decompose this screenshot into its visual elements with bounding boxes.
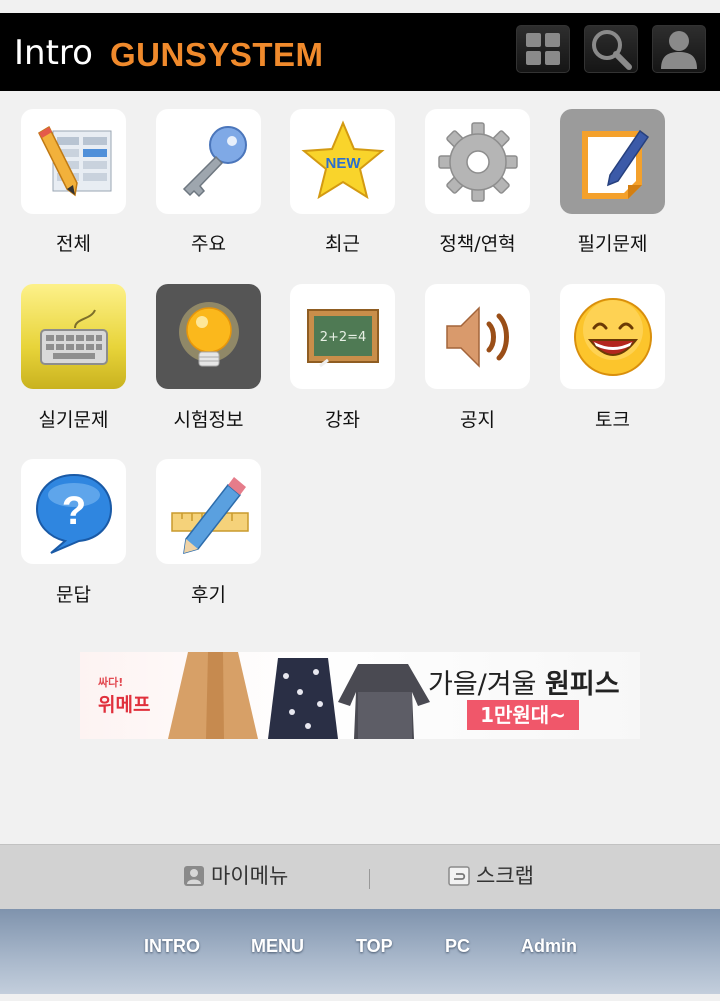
menu-item-all[interactable] bbox=[21, 109, 126, 214]
menu-label: 최근 bbox=[325, 233, 360, 255]
grid-menu-button[interactable] bbox=[516, 25, 570, 73]
smiley-icon bbox=[573, 297, 652, 376]
svg-text:2+2=4: 2+2=4 bbox=[319, 330, 366, 345]
nav-intro-link[interactable]: INTRO bbox=[144, 933, 200, 959]
menu-label: 강좌 bbox=[325, 409, 360, 431]
ad-banner[interactable]: 싸다! 위메프 가을/겨울 원피스 1만원대~ bbox=[80, 652, 640, 739]
status-strip bbox=[0, 0, 720, 13]
menu-label: 후기 bbox=[191, 584, 226, 606]
grid-icon bbox=[526, 33, 560, 65]
brand-logo[interactable]: GUNSYSTEM bbox=[110, 35, 324, 75]
menu-item-policy-history[interactable] bbox=[425, 109, 530, 214]
menu-label: 필기문제 bbox=[577, 233, 648, 255]
scrap-link[interactable]: 스크랩 bbox=[448, 861, 534, 891]
my-menu-link[interactable]: 마이메뉴 bbox=[183, 861, 288, 891]
nav-pc-link[interactable]: PC bbox=[445, 933, 470, 959]
menu-item-written-exam[interactable] bbox=[560, 109, 665, 214]
svg-text:NEW: NEW bbox=[325, 155, 361, 172]
menu-label: 전체 bbox=[56, 233, 91, 255]
svg-text:?: ? bbox=[61, 489, 85, 533]
menu-label: 토크 bbox=[595, 409, 630, 431]
menu-label: 실기문제 bbox=[38, 409, 109, 431]
user-box-icon bbox=[184, 866, 204, 886]
search-button[interactable] bbox=[584, 25, 638, 73]
menu-item-recent[interactable]: NEW bbox=[290, 109, 395, 214]
menu-item-qna[interactable]: ? bbox=[21, 459, 126, 564]
menu-item-practical-exam[interactable] bbox=[21, 284, 126, 389]
page-title[interactable]: Intro bbox=[14, 33, 93, 73]
ad-price-badge: 1만원대~ bbox=[467, 700, 579, 730]
menu-item-lectures[interactable]: 2+2=4 bbox=[290, 284, 395, 389]
pencil-ruler-icon bbox=[170, 476, 249, 554]
search-icon bbox=[592, 30, 632, 70]
keyboard-icon bbox=[39, 309, 108, 365]
menu-item-reviews[interactable] bbox=[156, 459, 261, 564]
key-icon bbox=[182, 125, 247, 197]
lightbulb-icon bbox=[178, 301, 239, 366]
menu-item-featured[interactable] bbox=[156, 109, 261, 214]
question-bubble-icon: ? bbox=[35, 473, 112, 554]
app-header: Intro GUNSYSTEM bbox=[0, 13, 720, 91]
speaker-icon bbox=[445, 305, 509, 368]
menu-label: 주요 bbox=[191, 233, 226, 255]
ad-logo-tagline: 싸다! bbox=[98, 676, 124, 689]
ad-clothing-image bbox=[168, 652, 430, 739]
chalkboard-icon: 2+2=4 bbox=[306, 308, 379, 367]
gear-icon bbox=[437, 121, 518, 202]
scrap-label: 스크랩 bbox=[476, 864, 534, 888]
menu-item-talk[interactable] bbox=[560, 284, 665, 389]
menu-item-notice[interactable] bbox=[425, 284, 530, 389]
menu-label: 정책/연혁 bbox=[439, 233, 516, 255]
ad-logo: 위메프 bbox=[98, 694, 151, 716]
menu-label: 시험정보 bbox=[173, 409, 244, 431]
footer-nav: INTRO MENU TOP PC Admin bbox=[0, 909, 720, 994]
divider bbox=[369, 869, 370, 889]
my-menu-label: 마이메뉴 bbox=[211, 864, 289, 888]
list-pencil-icon bbox=[37, 125, 111, 196]
clip-icon bbox=[448, 866, 470, 886]
bottom-strip bbox=[0, 994, 720, 1001]
new-star-icon: NEW bbox=[300, 119, 385, 199]
nav-top-link[interactable]: TOP bbox=[356, 933, 393, 959]
menu-label: 공지 bbox=[460, 409, 495, 431]
account-button[interactable] bbox=[652, 25, 706, 73]
menu-item-exam-info[interactable] bbox=[156, 284, 261, 389]
nav-admin-link[interactable]: Admin bbox=[521, 933, 577, 959]
my-menu-bar: 마이메뉴 스크랩 bbox=[0, 844, 720, 909]
menu-label: 문답 bbox=[56, 584, 91, 606]
nav-menu-link[interactable]: MENU bbox=[251, 933, 304, 959]
note-pen-icon bbox=[581, 129, 649, 199]
user-icon bbox=[661, 31, 697, 69]
ad-headline: 가을/겨울 원피스 bbox=[428, 669, 620, 700]
